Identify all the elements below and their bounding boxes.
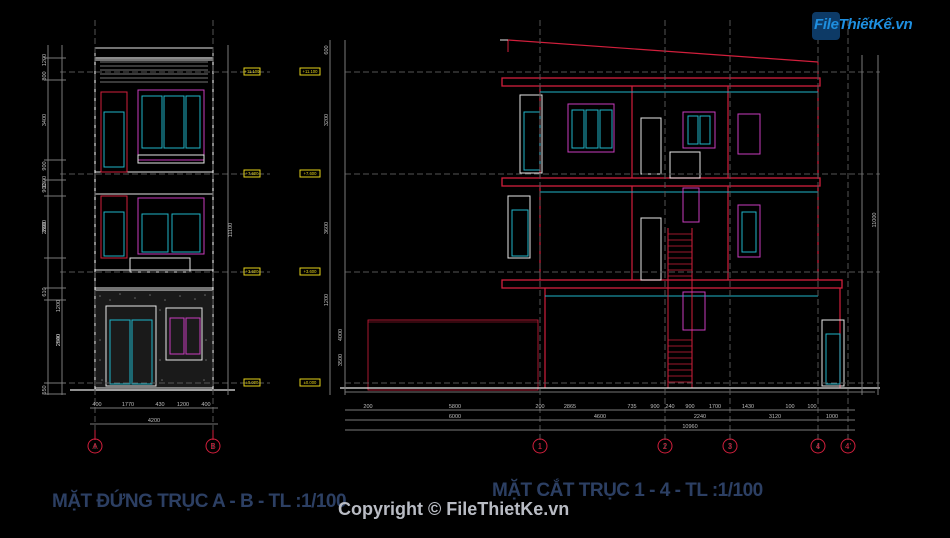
height-dim-label: 2940 [56,334,62,346]
level-mark-label: +3.600 [304,269,318,274]
section-dim-label: 900 [685,404,694,410]
width-dim-label: 1200 [177,402,189,408]
height-dim-label: 1200 [42,54,48,66]
section-dim-label: 735 [627,404,636,410]
level-mark-label: +3.600 [246,269,260,274]
height-dim-label: 800 [42,71,48,80]
width-dim-label: 430 [155,402,164,408]
height-dim-label: 3400 [42,114,48,126]
cad-drawing-canvas: 400 1770 430 1200 40042001200800340090028001… [0,0,950,538]
section-dim-label: 200 [363,404,372,410]
section-dim-label: 4600 [594,414,606,420]
section-dim-label: 1700 [709,404,721,410]
height-dim-label: 900 [42,183,48,192]
level-mark-label: ±0.000 [246,380,259,385]
total-height-label: 11100 [228,223,234,237]
axis-label: A [92,442,98,451]
section-dim-label: 5800 [449,404,461,410]
axis-label: 4 [816,442,821,451]
axis-label: 3 [728,442,733,451]
height-dim-label: 2600 [42,222,48,234]
level-mark-label: +11.100 [245,69,261,74]
left-drawing-title: MẶT ĐỨNG TRỤC A - B - TL :1/100 [52,491,347,512]
width-dim-label: 400 [92,402,101,408]
width-dim-label: 400 [201,402,210,408]
section-dim-label: 3120 [769,414,781,420]
height-dim-label: 3500 [338,354,344,366]
section-dim-label: 900 [650,404,659,410]
level-mark-label: +7.600 [304,171,318,176]
width-dim-label: 1770 [122,402,134,408]
total-length-label: 10960 [682,424,697,430]
height-dim-label: 3200 [324,114,330,126]
section-dim-label: 240 [665,404,674,410]
axis-label: 1 [538,442,543,451]
section-dim-label: 1000 [826,414,838,420]
height-dim-label: 1200 [324,294,330,306]
height-dim-label: 900 [42,161,48,170]
height-dim-label: 610 [42,287,48,296]
axis-label: 4' [845,442,851,451]
level-mark-label: +7.600 [246,171,260,176]
axis-label: B [210,442,215,451]
level-mark-label: ±0.000 [304,380,317,385]
logo-text: FileThiếtKế.vn [814,16,913,33]
section-dim-label: 100 [807,404,816,410]
section-dim-label: 200 [535,404,544,410]
copyright-notice: Copyright © FileThietKe.vn [338,499,570,519]
total-width-label: 4200 [148,418,160,424]
height-dim-label: 3600 [324,222,330,234]
level-mark-label: +11.100 [303,69,319,74]
height-dim-label: 550 [42,385,48,394]
section-dim-label: 1430 [742,404,754,410]
height-dim-label: 1200 [56,300,62,312]
section-dim-label: 2865 [564,404,576,410]
total-height-label: 11000 [872,213,878,228]
height-dim-label: 600 [324,45,330,54]
height-dim-label: 4000 [338,329,344,341]
section-dim-label: 100 [785,404,794,410]
section-dim-label: 2240 [694,414,706,420]
section-dim-label: 6000 [449,414,461,420]
axis-label: 2 [663,442,668,451]
